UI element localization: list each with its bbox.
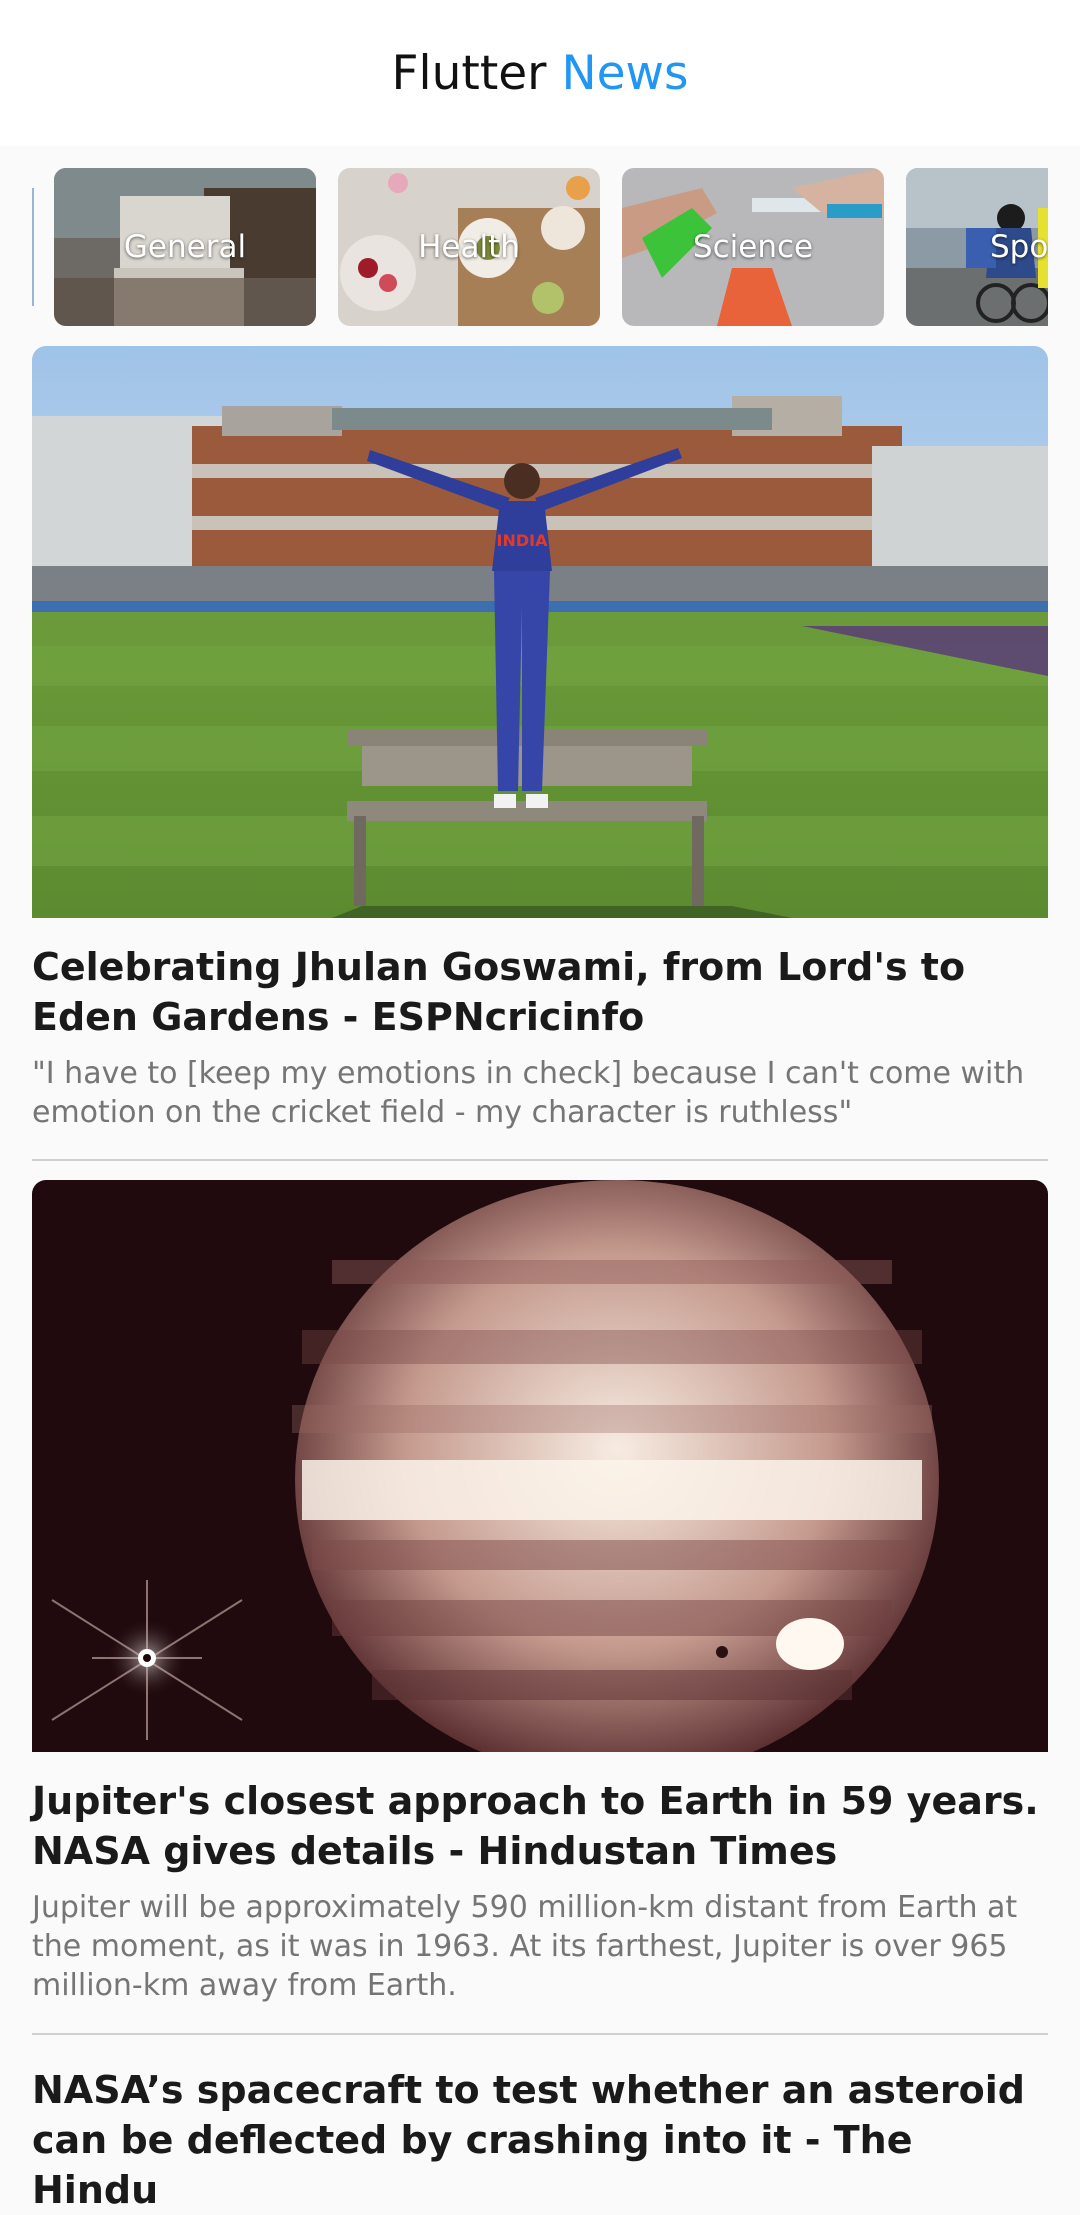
article-divider: [32, 2033, 1048, 2035]
article-divider: [32, 1159, 1048, 1161]
article-description: Jupiter will be approximately 590 millio…: [32, 1890, 1018, 2003]
category-label: General: [123, 229, 247, 265]
article-headline[interactable]: Celebrating Jhulan Goswami, from Lord's …: [32, 942, 1048, 1042]
app-title-accent: News: [561, 45, 689, 101]
category-tile-general[interactable]: General: [54, 168, 316, 326]
category-tile-health[interactable]: Health: [338, 168, 600, 326]
category-tile-science[interactable]: Science: [622, 168, 884, 326]
previous-category-edge: [32, 188, 34, 306]
category-label: Sports: [990, 229, 1048, 265]
article-headline[interactable]: Jupiter's closest approach to Earth in 5…: [32, 1776, 1048, 1876]
news-card[interactable]: Jupiter's closest approach to Earth in 5…: [32, 1180, 1048, 2005]
app-title: Flutter News: [392, 46, 689, 101]
app-bar: Flutter News: [0, 0, 1080, 146]
article-headline[interactable]: NASA’s spacecraft to test whether an ast…: [32, 2065, 1048, 2215]
app-title-main: Flutter: [391, 45, 547, 101]
news-card[interactable]: INDIA Celebrating Jhulan Goswami, from L…: [32, 346, 1048, 1132]
article-image: INDIA: [32, 346, 1048, 918]
jersey-text: INDIA: [497, 531, 549, 550]
category-label: Health: [418, 229, 520, 265]
news-card[interactable]: NASA’s spacecraft to test whether an ast…: [32, 2041, 1048, 2215]
category-label: Science: [692, 229, 814, 265]
category-carousel[interactable]: General Health Science Spo: [32, 168, 1048, 326]
article-image: [32, 1180, 1048, 1752]
article-description: "I have to [keep my emotions in check] b…: [32, 1056, 1025, 1130]
category-tile-sports[interactable]: Sports: [906, 168, 1048, 326]
